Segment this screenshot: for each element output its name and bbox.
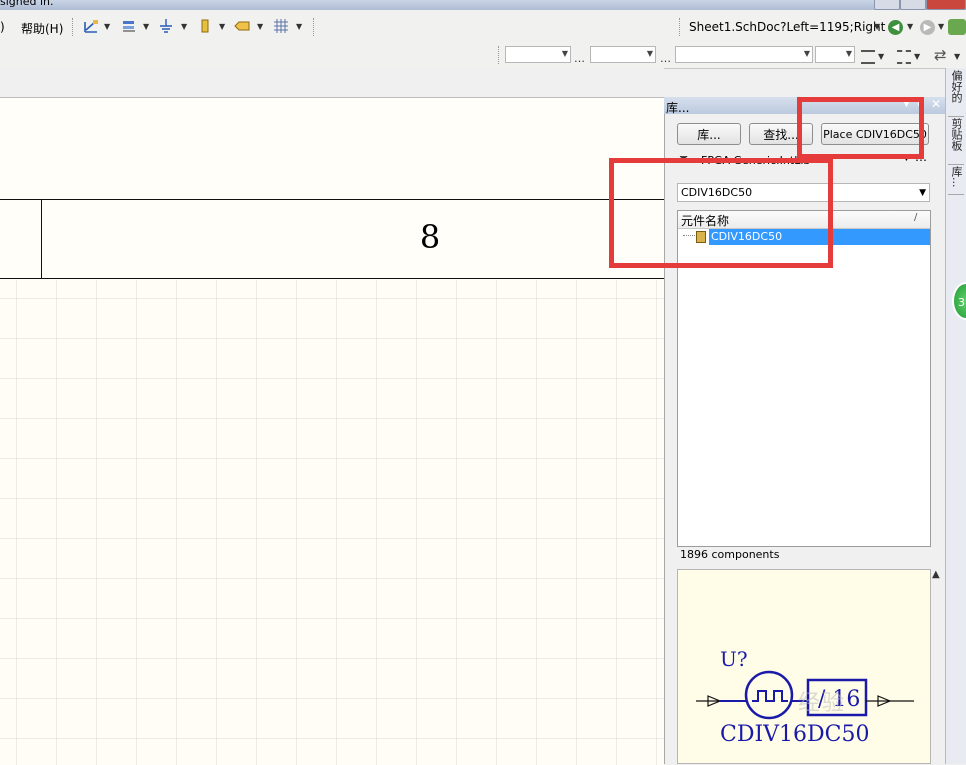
annotation-highlight-place-button: [797, 97, 924, 159]
chevron-down-icon[interactable]: ▼: [104, 22, 110, 31]
color-combo[interactable]: ▼: [815, 46, 855, 63]
grid-icon[interactable]: [272, 17, 290, 35]
schematic-symbol: U? / 16 CDIV16DC50: [696, 647, 914, 747]
component-name-label: CDIV16DC50: [720, 722, 870, 747]
library-panel-title: 库...: [666, 101, 690, 115]
toolbar-separator: [679, 18, 681, 36]
libraries-button[interactable]: 库...: [677, 123, 741, 145]
font-combo[interactable]: ▼: [505, 46, 571, 63]
line-width-icon[interactable]: [861, 50, 875, 64]
chevron-down-icon[interactable]: ▼: [874, 22, 880, 31]
forward-icon[interactable]: ▶: [920, 20, 935, 35]
watermark: 经验: [798, 691, 847, 716]
collapse-icon[interactable]: ▲: [932, 569, 940, 580]
more-icon[interactable]: …: [660, 52, 671, 65]
menu-item-previous[interactable]: ): [0, 20, 5, 34]
wire-icon[interactable]: [82, 17, 100, 35]
style-combo[interactable]: ▼: [675, 46, 813, 63]
chevron-down-icon[interactable]: ▼: [914, 52, 920, 61]
document-address[interactable]: Sheet1.SchDoc?Left=1195;Right: [689, 20, 885, 34]
title-block-border: [0, 278, 664, 279]
chevron-down-icon: ▼: [803, 49, 810, 58]
chevron-down-icon[interactable]: ▼: [257, 22, 263, 31]
chevron-down-icon: ▼: [646, 49, 653, 58]
sort-icon[interactable]: /: [914, 212, 917, 223]
restore-window-button[interactable]: [900, 0, 926, 10]
ground-icon[interactable]: [157, 17, 175, 35]
chevron-down-icon[interactable]: ▼: [878, 52, 884, 61]
designator-label: U?: [720, 647, 748, 671]
port-icon[interactable]: [233, 17, 251, 35]
chevron-down-icon[interactable]: ▼: [938, 22, 944, 31]
line-style-icon[interactable]: [897, 50, 911, 64]
chevron-down-icon[interactable]: ▼: [907, 22, 913, 31]
sheet-zone-number: 8: [419, 218, 441, 256]
toolbar-separator: [498, 46, 500, 64]
back-icon[interactable]: ◀: [888, 20, 903, 35]
swap-icon[interactable]: ⇄: [934, 46, 947, 64]
component-count: 1896 components: [680, 548, 780, 561]
sheet-border-zone: [0, 98, 664, 280]
chevron-down-icon[interactable]: ▼: [954, 52, 960, 61]
title-block-border: [0, 199, 664, 200]
title-block-divider: [41, 199, 42, 279]
dock-tab-favorites[interactable]: 偏好的: [948, 70, 964, 117]
close-icon[interactable]: ✕: [931, 97, 941, 111]
menu-item-help[interactable]: 帮助(H): [21, 20, 63, 37]
size-combo[interactable]: ▼: [590, 46, 656, 63]
chevron-down-icon: ▼: [919, 188, 926, 198]
home-icon[interactable]: [948, 19, 966, 35]
system-title-strip: signed in.: [0, 0, 966, 10]
chevron-down-icon[interactable]: ▼: [219, 22, 225, 31]
toolbar-separator: [313, 18, 315, 36]
close-window-button[interactable]: [926, 0, 966, 10]
chevron-down-icon[interactable]: ▼: [143, 22, 149, 31]
chevron-down-icon[interactable]: ▼: [296, 22, 302, 31]
toolbar-separator: [72, 18, 74, 36]
bus-icon[interactable]: [120, 17, 138, 35]
dock-tab-clipboard[interactable]: 剪贴板: [948, 118, 964, 165]
dock-tab-libraries[interactable]: 库...: [948, 166, 964, 195]
annotation-highlight-component: [609, 158, 833, 268]
symbol-preview: U? / 16 CDIV16DC50: [677, 569, 931, 764]
chevron-down-icon[interactable]: ▼: [181, 22, 187, 31]
chevron-down-icon: ▼: [561, 49, 568, 58]
part-icon[interactable]: [196, 17, 214, 35]
more-icon[interactable]: …: [574, 52, 585, 65]
signed-in-status: signed in.: [0, 0, 54, 8]
chevron-down-icon: ▼: [845, 49, 852, 58]
minimize-window-button[interactable]: [874, 0, 900, 10]
